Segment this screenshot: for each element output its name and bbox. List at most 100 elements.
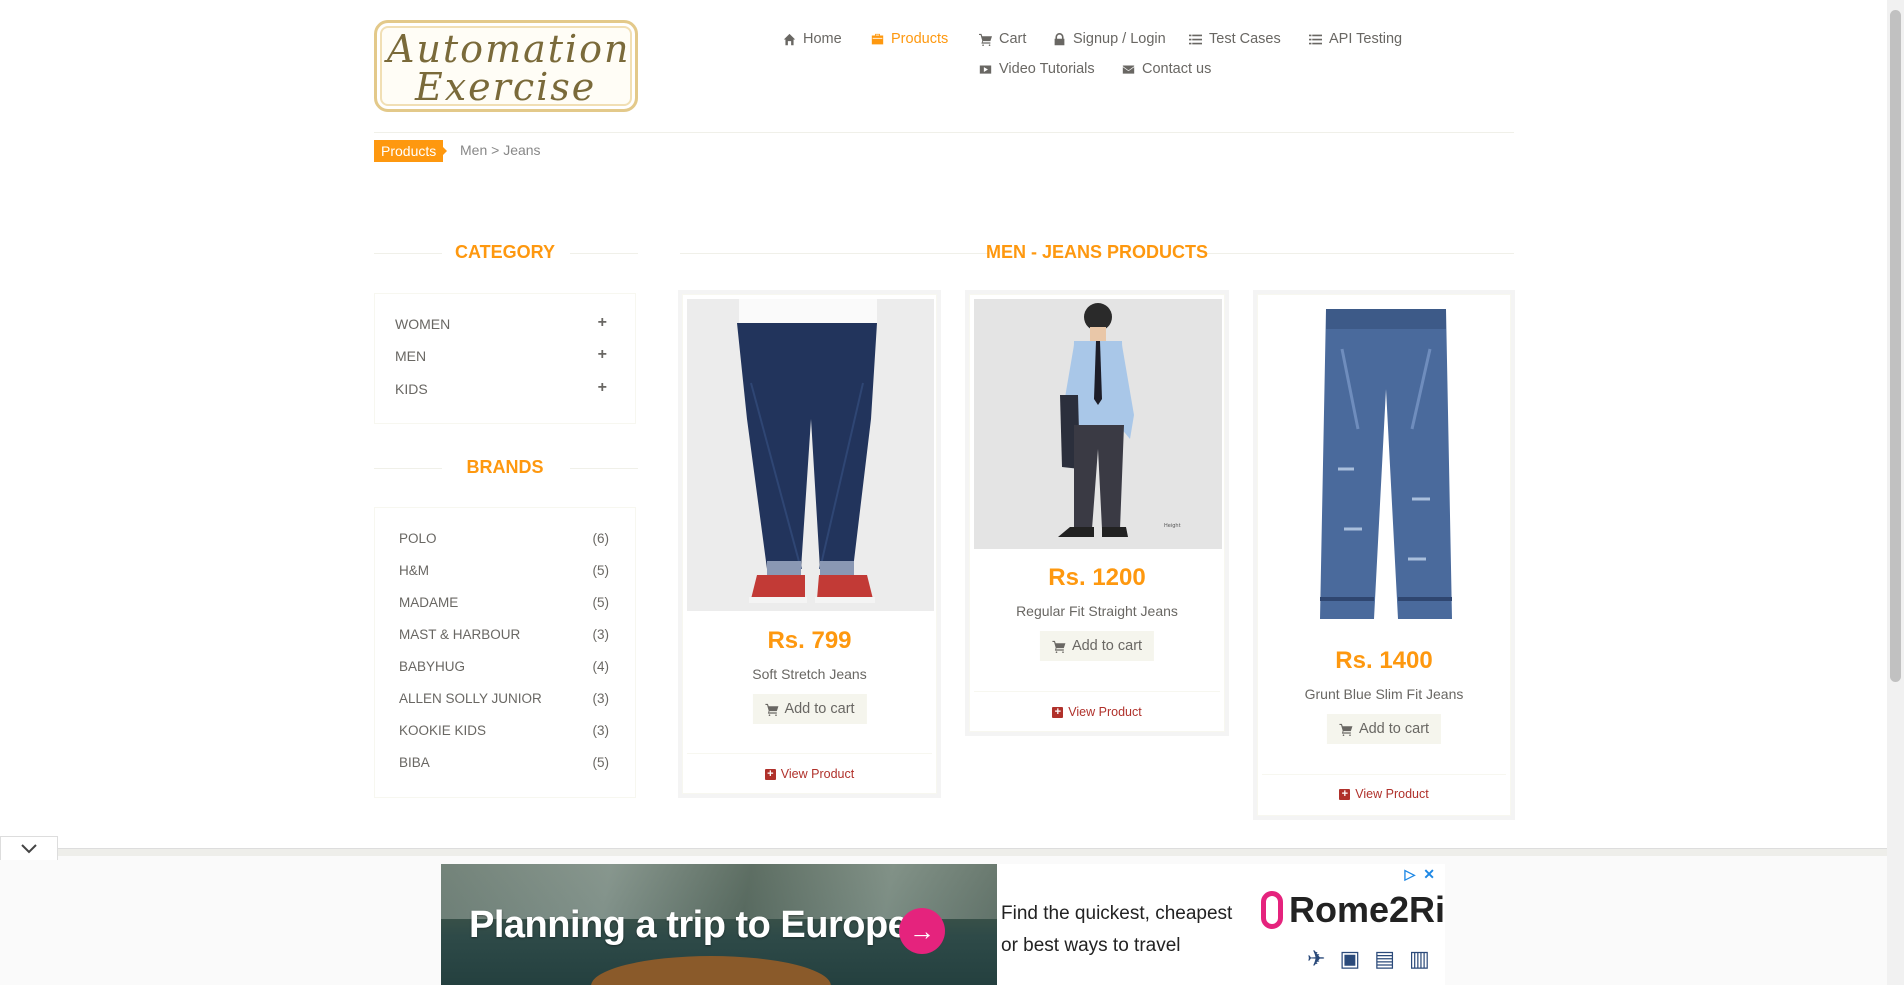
cart-icon bbox=[1339, 723, 1353, 736]
chevron-down-icon bbox=[21, 843, 37, 853]
list-icon bbox=[1309, 34, 1322, 44]
nav-home-label: Home bbox=[803, 31, 842, 47]
train-icon: ▤ bbox=[1374, 946, 1396, 971]
plus-square-icon: + bbox=[1052, 706, 1064, 718]
list-icon bbox=[1189, 34, 1202, 44]
plus-icon[interactable]: + bbox=[598, 346, 607, 364]
arrow-right-icon[interactable]: → bbox=[899, 908, 945, 954]
home-icon bbox=[783, 33, 796, 45]
product-image bbox=[1262, 299, 1508, 629]
ad-choices[interactable]: ▷ ✕ bbox=[1404, 866, 1435, 883]
site-logo[interactable]: Automation Exercise bbox=[374, 20, 638, 112]
plus-icon[interactable]: + bbox=[598, 379, 607, 397]
category-kids[interactable]: KIDS bbox=[395, 381, 428, 397]
ad-copy-line-1: Find the quickest, cheapest bbox=[1001, 903, 1233, 924]
product-price: Rs. 1200 bbox=[1048, 564, 1146, 591]
product-card: Rs. 799 Soft Stretch Jeans Add to cart +… bbox=[682, 294, 937, 794]
ad-headline: Planning a trip to Europe? bbox=[469, 904, 932, 946]
nav-cart[interactable]: Cart bbox=[979, 31, 1026, 47]
scrollbar[interactable] bbox=[1887, 0, 1904, 985]
product-name: Grunt Blue Slim Fit Jeans bbox=[1304, 686, 1464, 702]
nav-video-tutorials-label: Video Tutorials bbox=[999, 61, 1095, 77]
nav-home[interactable]: Home bbox=[783, 31, 842, 47]
brand-count: (3) bbox=[592, 627, 610, 642]
card-divider bbox=[1262, 774, 1506, 775]
close-icon[interactable]: ✕ bbox=[1423, 866, 1435, 883]
brand-name[interactable]: POLO bbox=[399, 531, 437, 546]
add-to-cart-label: Add to cart bbox=[784, 701, 855, 717]
cart-icon bbox=[1052, 640, 1066, 653]
brand-count: (5) bbox=[592, 563, 610, 578]
brand-count: (5) bbox=[592, 755, 610, 770]
brand-count: (3) bbox=[592, 691, 610, 706]
category-men[interactable]: MEN bbox=[395, 348, 426, 364]
svg-text:Height: Height bbox=[1164, 523, 1181, 529]
envelope-icon bbox=[1122, 64, 1135, 74]
main-title-line-left bbox=[680, 253, 990, 254]
view-product-link[interactable]: + View Product bbox=[1258, 787, 1510, 801]
add-to-cart-label: Add to cart bbox=[1071, 638, 1143, 654]
view-product-label: View Product bbox=[1355, 787, 1429, 801]
product-name: Regular Fit Straight Jeans bbox=[1016, 603, 1178, 619]
ad-info-icon[interactable]: ▷ bbox=[1404, 866, 1415, 883]
cart-icon bbox=[764, 703, 778, 716]
add-to-cart-button[interactable]: Add to cart bbox=[752, 694, 867, 724]
brand-name[interactable]: MAST & HARBOUR bbox=[399, 627, 520, 642]
plus-square-icon: + bbox=[1339, 788, 1351, 800]
header-divider bbox=[374, 132, 1514, 133]
brands-title-line-left bbox=[374, 468, 442, 469]
tram-icon: ▥ bbox=[1409, 946, 1430, 971]
location-pin-icon bbox=[1261, 891, 1283, 929]
product-price: Rs. 799 bbox=[767, 627, 852, 654]
nav-video-tutorials[interactable]: Video Tutorials bbox=[979, 61, 1095, 77]
brand-count: (3) bbox=[592, 723, 610, 738]
add-to-cart-label: Add to cart bbox=[1358, 721, 1430, 737]
card-divider bbox=[974, 691, 1220, 692]
nav-signup-login[interactable]: Signup / Login bbox=[1053, 31, 1166, 47]
ad-banner[interactable]: Planning a trip to Europe? → Find the qu… bbox=[441, 864, 1445, 985]
nav-cart-label: Cart bbox=[999, 31, 1027, 47]
nav-products-label: Products bbox=[891, 31, 949, 47]
plus-icon[interactable]: + bbox=[598, 314, 607, 332]
nav-test-cases[interactable]: Test Cases bbox=[1189, 31, 1281, 47]
brand-count: (6) bbox=[592, 531, 610, 546]
product-image bbox=[687, 299, 934, 611]
logo-line-2: Exercise bbox=[415, 65, 597, 109]
brand-name[interactable]: ALLEN SOLLY JUNIOR bbox=[399, 691, 542, 706]
view-product-label: View Product bbox=[1068, 705, 1142, 719]
main-title-line-right bbox=[1204, 253, 1514, 254]
brand-name[interactable]: H&M bbox=[399, 563, 429, 578]
product-card: Rs. 1400 Grunt Blue Slim Fit Jeans Add t… bbox=[1257, 294, 1511, 816]
brand-name[interactable]: BIBA bbox=[399, 755, 430, 770]
category-title-line-left bbox=[374, 253, 442, 254]
add-to-cart-button[interactable]: Add to cart bbox=[1326, 714, 1442, 744]
plus-square-icon: + bbox=[764, 768, 776, 780]
nav-products[interactable]: Products bbox=[871, 31, 948, 47]
brand-name[interactable]: MADAME bbox=[399, 595, 458, 610]
ad-copy-line-2: or best ways to travel bbox=[1001, 935, 1181, 956]
ad-collapse-toggle[interactable] bbox=[0, 836, 58, 860]
nav-api-testing-label: API Testing bbox=[1329, 31, 1403, 47]
breadcrumb-products: Products bbox=[374, 140, 448, 162]
category-title: CATEGORY bbox=[454, 242, 555, 262]
nav-signup-login-label: Signup / Login bbox=[1073, 31, 1166, 47]
category-women[interactable]: WOMEN bbox=[395, 316, 450, 332]
nav-contact-us[interactable]: Contact us bbox=[1122, 61, 1211, 77]
brands-panel: POLO (6) H&M (5) MADAME (5) MAST & HARBO… bbox=[374, 507, 636, 798]
scrollbar-thumb[interactable] bbox=[1890, 10, 1901, 682]
nav-api-testing[interactable]: API Testing bbox=[1309, 31, 1402, 47]
product-name: Soft Stretch Jeans bbox=[752, 666, 867, 682]
bus-icon: ▣ bbox=[1339, 946, 1361, 971]
product-price: Rs. 1400 bbox=[1335, 647, 1433, 674]
cart-icon bbox=[979, 33, 992, 46]
brand-name[interactable]: BABYHUG bbox=[399, 659, 465, 674]
nav-test-cases-label: Test Cases bbox=[1209, 31, 1281, 47]
view-product-link[interactable]: + View Product bbox=[970, 705, 1224, 719]
ad-copy: Find the quickest, cheapest or best ways… bbox=[1001, 898, 1232, 962]
view-product-link[interactable]: + View Product bbox=[683, 767, 936, 781]
ad-brand-logo: Rome2Rio bbox=[1261, 889, 1445, 931]
brands-title-line-right bbox=[570, 468, 638, 469]
add-to-cart-button[interactable]: Add to cart bbox=[1039, 631, 1155, 661]
main-title: MEN - JEANS PRODUCTS bbox=[985, 242, 1209, 262]
brand-name[interactable]: KOOKIE KIDS bbox=[399, 723, 486, 738]
